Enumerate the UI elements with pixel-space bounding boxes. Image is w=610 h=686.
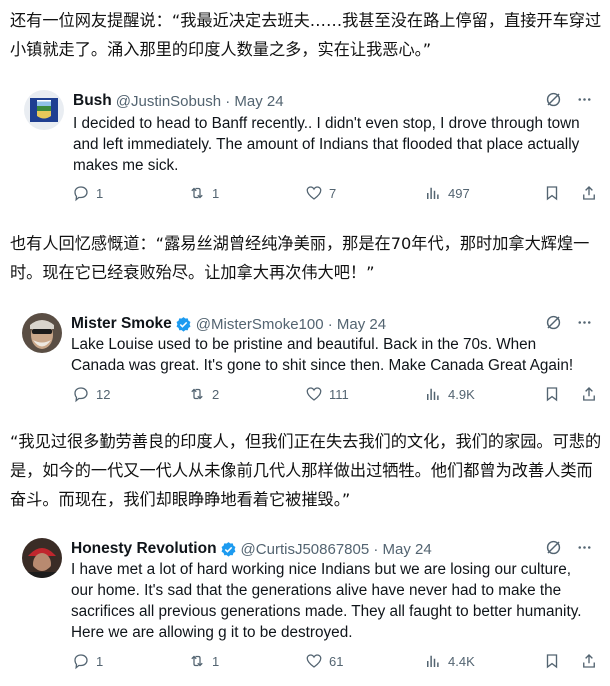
reply-button[interactable]: 1 bbox=[72, 184, 103, 202]
repost-icon bbox=[191, 187, 203, 199]
repost-count: 1 bbox=[212, 653, 220, 669]
avatar[interactable] bbox=[22, 538, 62, 578]
reply-button[interactable]: 12 bbox=[72, 385, 110, 403]
like-count: 7 bbox=[329, 185, 337, 201]
bookmark-icon bbox=[546, 186, 558, 201]
verified-badge-icon bbox=[221, 541, 235, 557]
reply-icon bbox=[74, 186, 88, 202]
author-name[interactable]: Bush bbox=[73, 92, 112, 110]
reply-count: 1 bbox=[96, 185, 104, 201]
like-button[interactable]: 111 bbox=[305, 385, 349, 403]
author-handle-date[interactable]: @CurtisJ50867805 · May 24 bbox=[241, 541, 432, 558]
author-handle-date[interactable]: @MisterSmoke100 · May 24 bbox=[196, 316, 386, 333]
reply-button[interactable]: 1 bbox=[72, 652, 103, 670]
reply-icon bbox=[74, 654, 88, 670]
repost-count: 1 bbox=[212, 185, 220, 201]
share-icon bbox=[583, 387, 595, 401]
views-button[interactable]: 4.4K bbox=[424, 652, 475, 670]
repost-button[interactable]: 2 bbox=[188, 385, 219, 403]
like-count: 111 bbox=[329, 386, 349, 402]
views-icon bbox=[427, 655, 439, 667]
repost-icon bbox=[191, 655, 203, 667]
views-count: 497 bbox=[448, 185, 470, 201]
reply-count: 12 bbox=[96, 386, 111, 402]
views-icon bbox=[427, 388, 439, 400]
views-count: 4.9K bbox=[448, 386, 475, 402]
bookmark-button[interactable] bbox=[543, 385, 561, 403]
bookmark-icon bbox=[546, 387, 558, 402]
views-count: 4.4K bbox=[448, 653, 475, 669]
chinese-paragraph-3: “我见过很多勤劳善良的印度人，但我们正在失去我们的文化，我们的家园。可悲的是，如… bbox=[10, 432, 602, 509]
man-in-red-cap-avatar-icon bbox=[22, 538, 62, 578]
repost-icon bbox=[191, 388, 203, 400]
reply-icon bbox=[74, 387, 88, 403]
share-icon bbox=[583, 186, 595, 200]
tweet-text: Lake Louise used to be pristine and beau… bbox=[71, 336, 574, 374]
grok-icon[interactable] bbox=[544, 90, 563, 109]
avatar[interactable] bbox=[24, 90, 64, 130]
avatar[interactable] bbox=[22, 313, 62, 353]
verified-badge-icon bbox=[176, 316, 191, 332]
like-button[interactable]: 7 bbox=[305, 184, 336, 202]
like-icon bbox=[306, 654, 322, 668]
like-button[interactable]: 61 bbox=[305, 652, 343, 670]
more-icon[interactable] bbox=[575, 538, 594, 557]
views-icon bbox=[427, 187, 439, 199]
bookmark-button[interactable] bbox=[543, 184, 561, 202]
bookmark-icon bbox=[546, 654, 558, 669]
repost-button[interactable]: 1 bbox=[188, 652, 219, 670]
repost-count: 2 bbox=[212, 386, 220, 402]
chinese-paragraph-2: 也有人回忆感慨道：“露易丝湖曾经纯净美丽，那是在70年代，那时加拿大辉煌一时。现… bbox=[10, 234, 590, 282]
more-icon[interactable] bbox=[575, 90, 594, 109]
author-handle-date[interactable]: @JustinSobush · May 24 bbox=[116, 93, 284, 110]
reply-count: 1 bbox=[96, 653, 104, 669]
like-icon bbox=[306, 186, 322, 200]
tweet-text: I have met a lot of hard working nice In… bbox=[71, 561, 582, 641]
tweet-actions: 12 2 111 4.9K bbox=[72, 385, 595, 407]
share-button[interactable] bbox=[580, 652, 598, 670]
views-button[interactable]: 497 bbox=[424, 184, 470, 202]
share-icon bbox=[583, 654, 595, 668]
like-count: 61 bbox=[329, 653, 344, 669]
alberta-flag-avatar-icon bbox=[24, 90, 64, 130]
tweet-actions: 1 1 61 4.4K bbox=[72, 652, 595, 674]
like-icon bbox=[306, 387, 322, 401]
chinese-paragraph-1: 还有一位网友提醒说：“我最近决定去班夫……我甚至没在路上停留，直接开车穿过小镇就… bbox=[10, 11, 602, 59]
man-with-sunglasses-avatar-icon bbox=[22, 313, 62, 353]
author-name[interactable]: Honesty Revolution bbox=[71, 540, 217, 558]
repost-button[interactable]: 1 bbox=[188, 184, 219, 202]
tweet-text: I decided to head to Banff recently.. I … bbox=[73, 115, 580, 174]
grok-icon[interactable] bbox=[544, 313, 563, 332]
more-icon[interactable] bbox=[575, 313, 594, 332]
share-button[interactable] bbox=[580, 385, 598, 403]
author-name[interactable]: Mister Smoke bbox=[71, 315, 172, 333]
share-button[interactable] bbox=[580, 184, 598, 202]
views-button[interactable]: 4.9K bbox=[424, 385, 475, 403]
bookmark-button[interactable] bbox=[543, 652, 561, 670]
tweet-actions: 1 1 7 497 bbox=[72, 184, 595, 206]
grok-icon[interactable] bbox=[544, 538, 563, 557]
